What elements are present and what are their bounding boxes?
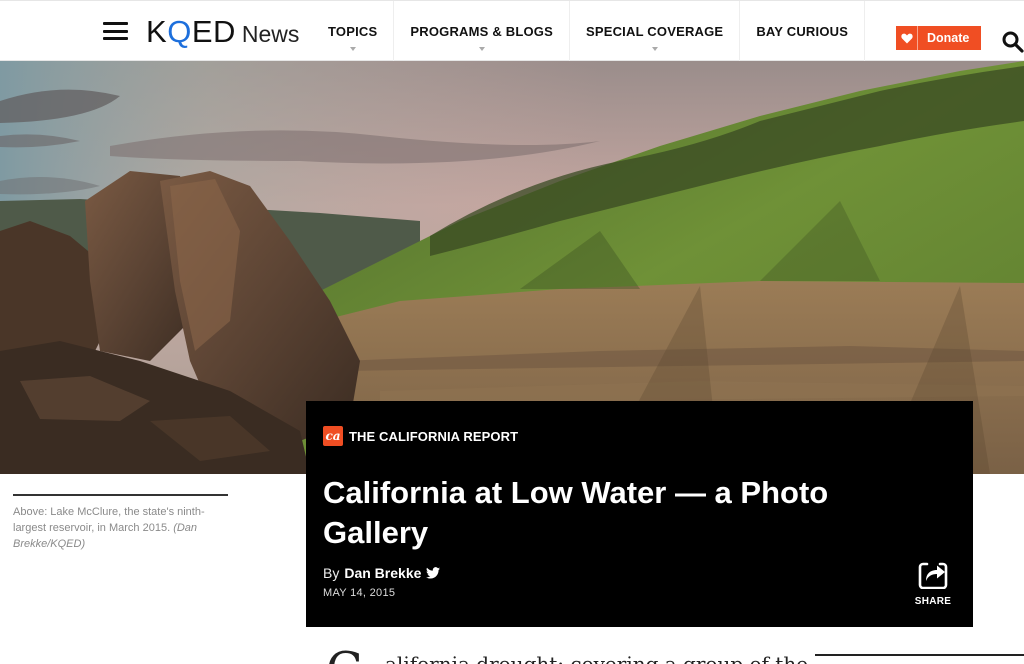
program-logo-icon: ca bbox=[323, 426, 343, 446]
nav-bay-curious-label: BAY CURIOUS bbox=[756, 23, 849, 39]
kqed-news-logo[interactable]: KQED News bbox=[146, 14, 300, 49]
article-title: California at Low Water — a Photo Galler… bbox=[323, 475, 829, 550]
nav-programs-label: PROGRAMS & BLOGS bbox=[410, 23, 553, 39]
nav-topics[interactable]: TOPICS bbox=[312, 1, 393, 61]
donate-label: Donate bbox=[927, 31, 970, 45]
site-header: KQED News TOPICS PROGRAMS & BLOGS SPECIA… bbox=[0, 0, 1024, 61]
byline-prefix: By bbox=[323, 565, 340, 581]
share-icon bbox=[918, 562, 948, 593]
byline: By Dan Brekke bbox=[323, 565, 441, 581]
donate-button[interactable]: Donate bbox=[896, 26, 981, 50]
main-nav: TOPICS PROGRAMS & BLOGS SPECIAL COVERAGE… bbox=[312, 1, 866, 61]
program-link[interactable]: ca THE CALIFORNIA REPORT bbox=[323, 426, 518, 446]
nav-topics-label: TOPICS bbox=[328, 23, 378, 39]
search-icon[interactable] bbox=[1002, 31, 1024, 53]
nav-programs-blogs[interactable]: PROGRAMS & BLOGS bbox=[393, 1, 569, 61]
program-name: THE CALIFORNIA REPORT bbox=[349, 428, 519, 444]
publish-date: MAY 14, 2015 bbox=[323, 587, 396, 599]
share-label: SHARE bbox=[914, 596, 952, 607]
article-title-card: ca THE CALIFORNIA REPORT California at L… bbox=[306, 401, 973, 627]
drop-cap: C bbox=[326, 646, 363, 664]
share-button[interactable]: SHARE bbox=[908, 561, 958, 607]
chevron-down-icon bbox=[651, 47, 658, 51]
menu-icon[interactable] bbox=[103, 22, 128, 40]
nav-special-coverage[interactable]: SPECIAL COVERAGE bbox=[568, 1, 739, 61]
chevron-down-icon bbox=[349, 47, 356, 51]
nav-special-label: SPECIAL COVERAGE bbox=[585, 23, 724, 39]
twitter-icon[interactable] bbox=[426, 567, 441, 579]
heart-icon bbox=[896, 26, 918, 50]
chevron-down-icon bbox=[478, 47, 485, 51]
article-body-first-line: alifornia drought: covering a group of t… bbox=[385, 652, 809, 664]
logo-kqed: KQED bbox=[146, 14, 236, 49]
sidebar-divider bbox=[815, 654, 1024, 656]
logo-news: News bbox=[241, 21, 300, 47]
nav-bay-curious[interactable]: BAY CURIOUS bbox=[739, 1, 866, 61]
hero-caption: Above: Lake McClure, the state's ninth-l… bbox=[13, 494, 228, 552]
author-link[interactable]: Dan Brekke bbox=[344, 565, 421, 581]
